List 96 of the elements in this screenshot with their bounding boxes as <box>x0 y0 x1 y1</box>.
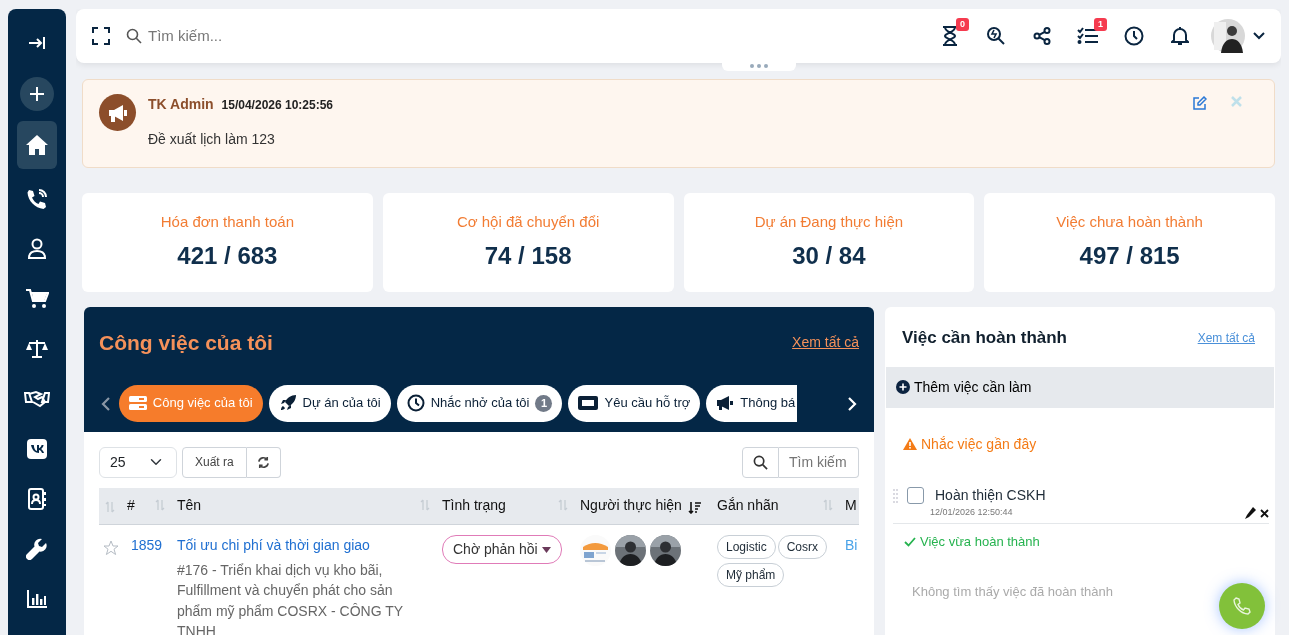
checkbox[interactable] <box>907 486 924 504</box>
column-header[interactable]: M <box>839 487 859 525</box>
warning-icon <box>903 438 917 450</box>
column-label: Tình trạng <box>442 497 506 514</box>
phone-icon <box>1232 596 1252 616</box>
cart-icon <box>25 288 49 310</box>
stat-label: Hóa đơn thanh toán <box>160 212 294 233</box>
panel-title: Công việc của tôi <box>99 330 273 356</box>
todo-time: 12/01/2026 12:50:44 <box>930 505 1013 519</box>
share-icon <box>1033 27 1051 45</box>
export-button[interactable]: Xuất ra <box>182 446 247 478</box>
collapse-icon <box>28 36 46 50</box>
list-icon <box>128 396 147 410</box>
notification-badge: 1 <box>1094 18 1107 31</box>
column-header[interactable]: Tên <box>171 487 436 525</box>
edit-icon[interactable] <box>1192 96 1207 111</box>
sidebar-button[interactable] <box>20 77 54 111</box>
sidebar-button[interactable] <box>17 121 57 169</box>
pencil-icon[interactable] <box>1244 507 1256 519</box>
megaphone-icon <box>716 395 735 411</box>
toolbar-button[interactable]: 0 <box>927 16 973 56</box>
search-icon <box>753 455 768 471</box>
author-name: TK Admin <box>148 95 214 114</box>
sort-descending-icon[interactable] <box>687 499 701 514</box>
search-button[interactable] <box>742 446 779 478</box>
caret-icon <box>541 546 551 553</box>
user-icon <box>27 238 47 260</box>
tab[interactable]: Dự án của tôi <box>268 384 391 422</box>
megaphone-icon <box>99 94 136 131</box>
column-header[interactable]: Người thực hiện <box>574 487 711 525</box>
column-label: M <box>845 497 857 514</box>
fullscreen-icon[interactable] <box>92 27 110 45</box>
stat-label: Cơ hội đã chuyển đổi <box>456 212 600 233</box>
ticket-icon <box>578 396 599 410</box>
count-badge: 1 <box>535 394 553 412</box>
todo-text: Hoàn thiện CSKH <box>935 485 1046 505</box>
stat-value: 497 / 815 <box>1079 240 1180 271</box>
wrench-icon <box>26 538 48 560</box>
hourglass-icon <box>942 26 958 46</box>
column-label: Tên <box>177 497 202 514</box>
tab[interactable]: Thông bá <box>706 384 798 422</box>
chevron-right-icon <box>847 396 858 411</box>
home-icon <box>25 134 49 156</box>
notification-badge: 0 <box>956 18 969 31</box>
panel-title: Việc cần hoàn thành <box>902 327 1067 349</box>
column-header[interactable]: Gắn nhãn <box>711 487 839 525</box>
section-heading: Nhắc việc gần đây <box>921 434 1037 454</box>
stat-value: 74 / 158 <box>484 240 572 271</box>
chevron-down-icon[interactable] <box>1253 32 1265 40</box>
search-icon <box>986 26 1006 46</box>
rocket-icon <box>278 394 297 412</box>
close-icon[interactable] <box>1260 508 1269 518</box>
checklist-icon <box>1077 27 1099 45</box>
view-all-link[interactable]: Xem tất cả <box>1197 328 1255 347</box>
tab[interactable]: Yêu cầu hỗ trợ <box>568 384 701 422</box>
column-label: # <box>127 497 135 514</box>
refresh-button[interactable] <box>246 446 281 478</box>
status-dropdown[interactable]: Chờ phản hồi <box>442 535 562 564</box>
column-label: Gắn nhãn <box>717 497 779 514</box>
clock-icon <box>406 394 425 412</box>
clock-icon <box>1124 26 1144 46</box>
chart-icon <box>26 589 48 609</box>
plus-circle-icon <box>896 380 910 394</box>
stat-label: Dự án Đang thực hiện <box>754 212 904 233</box>
task-description: #176 - Triển khai dịch vụ kho bãi, Fulfillment và chuyển phát cho sản phẩm mỹ phẩm COSRX - CÔNG TY TNHH <box>177 561 404 635</box>
view-all-link[interactable]: Xem tất cả <box>792 332 859 354</box>
toolbar-button[interactable]: 1 <box>1065 16 1111 56</box>
drag-handle[interactable] <box>722 61 796 71</box>
page-size-select[interactable]: 25 <box>99 446 177 478</box>
check-icon <box>904 536 916 547</box>
search-field[interactable]: Tìm kiếm <box>779 446 859 478</box>
star-icon[interactable] <box>103 539 119 555</box>
section-heading: Việc vừa hoàn thành <box>920 533 1040 551</box>
search-icon <box>126 28 142 44</box>
empty-message: Không tìm thấy việc đã hoàn thành <box>911 582 1114 601</box>
task-title-link[interactable]: Tối ưu chi phí và thời gian giao <box>177 537 370 553</box>
stat-value: 30 / 84 <box>792 240 866 271</box>
phone-icon <box>26 188 48 210</box>
column-header[interactable]: Tình trạng <box>436 487 574 525</box>
timestamp: 15/04/2026 10:25:56 <box>221 97 334 114</box>
plus-icon <box>29 86 45 102</box>
column-header[interactable]: # <box>125 487 171 525</box>
vk-icon <box>27 439 47 459</box>
stat-label: Việc chưa hoàn thành <box>1056 212 1203 233</box>
announcement-text: Đề xuất lịch làm 123 <box>148 130 276 149</box>
add-task-button[interactable]: Thêm việc cần làm <box>886 366 1274 408</box>
bell-icon <box>1171 26 1189 46</box>
refresh-icon <box>256 456 270 470</box>
stat-value: 421 / 683 <box>177 240 278 271</box>
handshake-icon <box>24 390 50 408</box>
task-id-link[interactable]: 1859 <box>131 537 163 553</box>
column-label: Người thực hiện <box>580 497 682 514</box>
chevron-left-icon <box>100 396 111 411</box>
scale-icon <box>25 338 49 360</box>
tab[interactable]: Nhắc nhở của tôi 1 <box>396 384 563 422</box>
contact-book-icon <box>27 488 47 510</box>
